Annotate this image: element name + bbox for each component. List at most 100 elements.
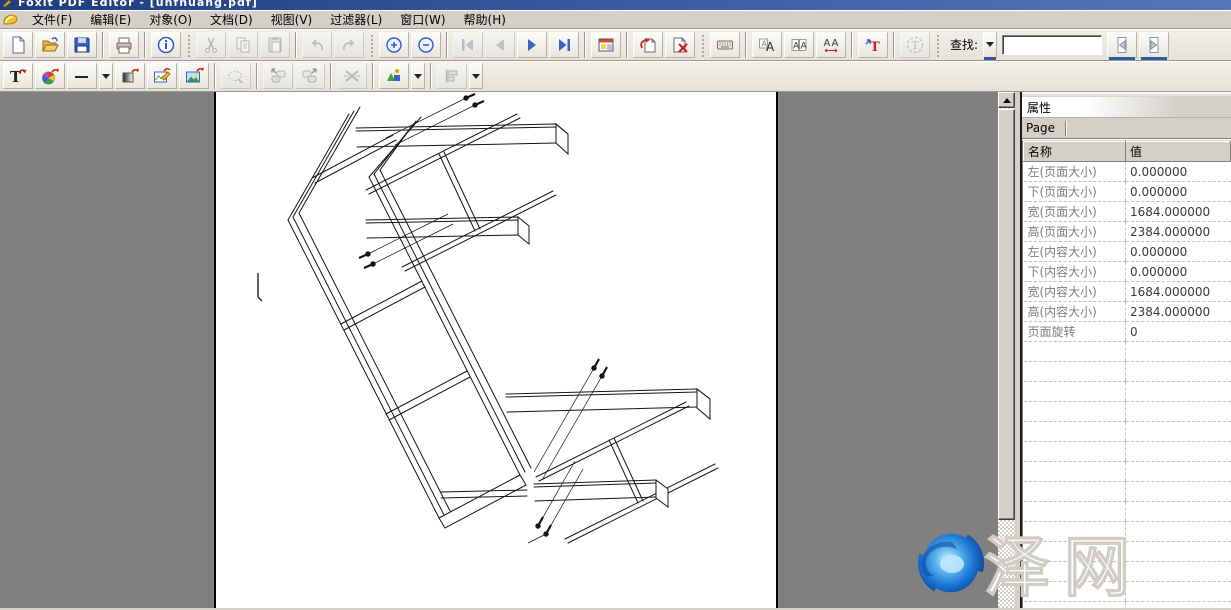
find-dropdown-caret[interactable]	[983, 32, 997, 58]
menu-item-6[interactable]: 过滤器(L)	[321, 10, 391, 29]
edit-image-icon[interactable]	[147, 63, 177, 89]
prev-page-icon[interactable]	[485, 32, 515, 58]
toolbar-separator	[144, 32, 146, 58]
menu-item-3[interactable]: 对象(O)	[140, 10, 201, 29]
delete-page-icon[interactable]	[665, 32, 695, 58]
toolbar-separator	[626, 32, 628, 58]
toolbar-drag-handle[interactable]	[369, 33, 374, 57]
property-value[interactable]: 1684.000000	[1126, 202, 1231, 222]
toolbar-separator	[745, 32, 747, 58]
find-next-icon[interactable]	[1139, 32, 1169, 58]
document-workspace[interactable]	[0, 92, 998, 608]
toolbar-separator	[584, 32, 586, 58]
property-row[interactable]: 下(内容大小)0.000000	[1024, 262, 1231, 282]
zoom-in-icon[interactable]	[379, 32, 409, 58]
align-objects-caret[interactable]	[469, 63, 483, 89]
print-icon[interactable]	[109, 32, 139, 58]
scroll-up-button[interactable]	[998, 92, 1015, 108]
find-input[interactable]	[1002, 35, 1102, 55]
insert-page-icon[interactable]	[633, 32, 663, 58]
property-value[interactable]: 2384.000000	[1126, 222, 1231, 242]
last-page-icon[interactable]	[549, 32, 579, 58]
svg-text:T: T	[912, 39, 920, 52]
menu-item-2[interactable]: 编辑(E)	[81, 10, 140, 29]
find-prev-icon[interactable]	[1107, 32, 1137, 58]
property-value[interactable]: 0	[1126, 322, 1231, 342]
edit-text-icon[interactable]: T	[3, 63, 33, 89]
line-style-icon[interactable]	[67, 63, 97, 89]
property-row[interactable]: 高(页面大小)2384.000000	[1024, 222, 1231, 242]
copy-icon[interactable]	[228, 32, 258, 58]
edit-color-icon[interactable]	[35, 63, 65, 89]
bring-forward-icon[interactable]	[295, 63, 325, 89]
svg-text:T: T	[870, 40, 880, 55]
keyboard-icon[interactable]	[710, 32, 740, 58]
next-page-icon[interactable]	[517, 32, 547, 58]
property-row[interactable]: 宽(页面大小)1684.000000	[1024, 202, 1231, 222]
delete-object-icon[interactable]	[337, 63, 367, 89]
property-name: 宽(内容大小)	[1024, 282, 1126, 302]
gradient-icon[interactable]	[115, 63, 145, 89]
replace-font-icon[interactable]: AA	[752, 32, 782, 58]
panel-title-bar: 属性	[1022, 97, 1231, 118]
undo-icon[interactable]	[302, 32, 332, 58]
pdf-page[interactable]	[214, 92, 778, 608]
property-value[interactable]: 0.000000	[1126, 242, 1231, 262]
scrollbar-thumb[interactable]	[998, 109, 1015, 520]
cut-icon[interactable]	[196, 32, 226, 58]
open-file-icon[interactable]	[35, 32, 65, 58]
insert-shape-caret[interactable]	[411, 63, 425, 89]
property-row[interactable]: 高(内容大小)2384.000000	[1024, 302, 1231, 322]
svg-text:A: A	[793, 41, 800, 51]
panel-title: 属性	[1022, 99, 1051, 116]
property-row[interactable]: 宽(内容大小)1684.000000	[1024, 282, 1231, 302]
add-text-icon[interactable]: T	[858, 32, 888, 58]
property-value[interactable]: 0.000000	[1126, 182, 1231, 202]
paste-icon[interactable]	[260, 32, 290, 58]
lasso-edit-icon[interactable]	[221, 63, 251, 89]
svg-text:A: A	[824, 38, 831, 49]
replace-image-icon[interactable]	[179, 63, 209, 89]
empty-row	[1024, 442, 1231, 462]
vertical-scrollbar[interactable]	[998, 92, 1015, 608]
menu-item-4[interactable]: 文档(D)	[201, 10, 262, 29]
empty-row	[1024, 482, 1231, 502]
property-row[interactable]: 左(页面大小)0.000000	[1024, 162, 1231, 182]
menu-item-5[interactable]: 视图(V)	[262, 10, 322, 29]
column-header-name[interactable]: 名称	[1024, 142, 1126, 162]
property-value[interactable]: 0.000000	[1126, 162, 1231, 182]
technical-drawing	[216, 92, 776, 608]
toolbar-separator	[295, 32, 297, 58]
zoom-out-icon[interactable]	[411, 32, 441, 58]
window-title: Foxit PDF Editor - [unfhuang.pdf]	[18, 0, 258, 9]
new-document-icon[interactable]	[3, 32, 33, 58]
toolbar-drag-handle[interactable]	[935, 33, 940, 57]
align-objects-icon[interactable]	[437, 63, 467, 89]
toolbar-drag-handle[interactable]	[700, 33, 705, 57]
toolbar-drag-handle[interactable]	[186, 33, 191, 57]
menu-item-1[interactable]: 文件(F)	[23, 10, 81, 29]
menu-item-7[interactable]: 窗口(W)	[391, 10, 454, 29]
property-value[interactable]: 2384.000000	[1126, 302, 1231, 322]
property-value[interactable]: 1684.000000	[1126, 282, 1231, 302]
property-row[interactable]: 下(页面大小)0.000000	[1024, 182, 1231, 202]
page-thumbnail-icon[interactable]	[591, 32, 621, 58]
font-width-icon[interactable]: AA	[784, 32, 814, 58]
property-value[interactable]: 0.000000	[1126, 262, 1231, 282]
char-spacing-icon[interactable]: AA	[816, 32, 846, 58]
line-style-caret[interactable]	[99, 63, 113, 89]
save-icon[interactable]	[67, 32, 97, 58]
insert-shape-icon[interactable]	[379, 63, 409, 89]
document-info-icon[interactable]	[151, 32, 181, 58]
text-mode-icon[interactable]: T	[900, 32, 930, 58]
title-bar: Foxit PDF Editor - [unfhuang.pdf]	[0, 0, 1231, 10]
column-header-value[interactable]: 值	[1126, 142, 1231, 162]
redo-icon[interactable]	[334, 32, 364, 58]
menu-item-8[interactable]: 帮助(H)	[455, 10, 515, 29]
send-backward-icon[interactable]	[263, 63, 293, 89]
first-page-icon[interactable]	[453, 32, 483, 58]
property-row[interactable]: 页面旋转0	[1024, 322, 1231, 342]
tab-page[interactable]: Page	[1022, 119, 1065, 137]
empty-row	[1024, 382, 1231, 402]
property-row[interactable]: 左(内容大小)0.000000	[1024, 242, 1231, 262]
